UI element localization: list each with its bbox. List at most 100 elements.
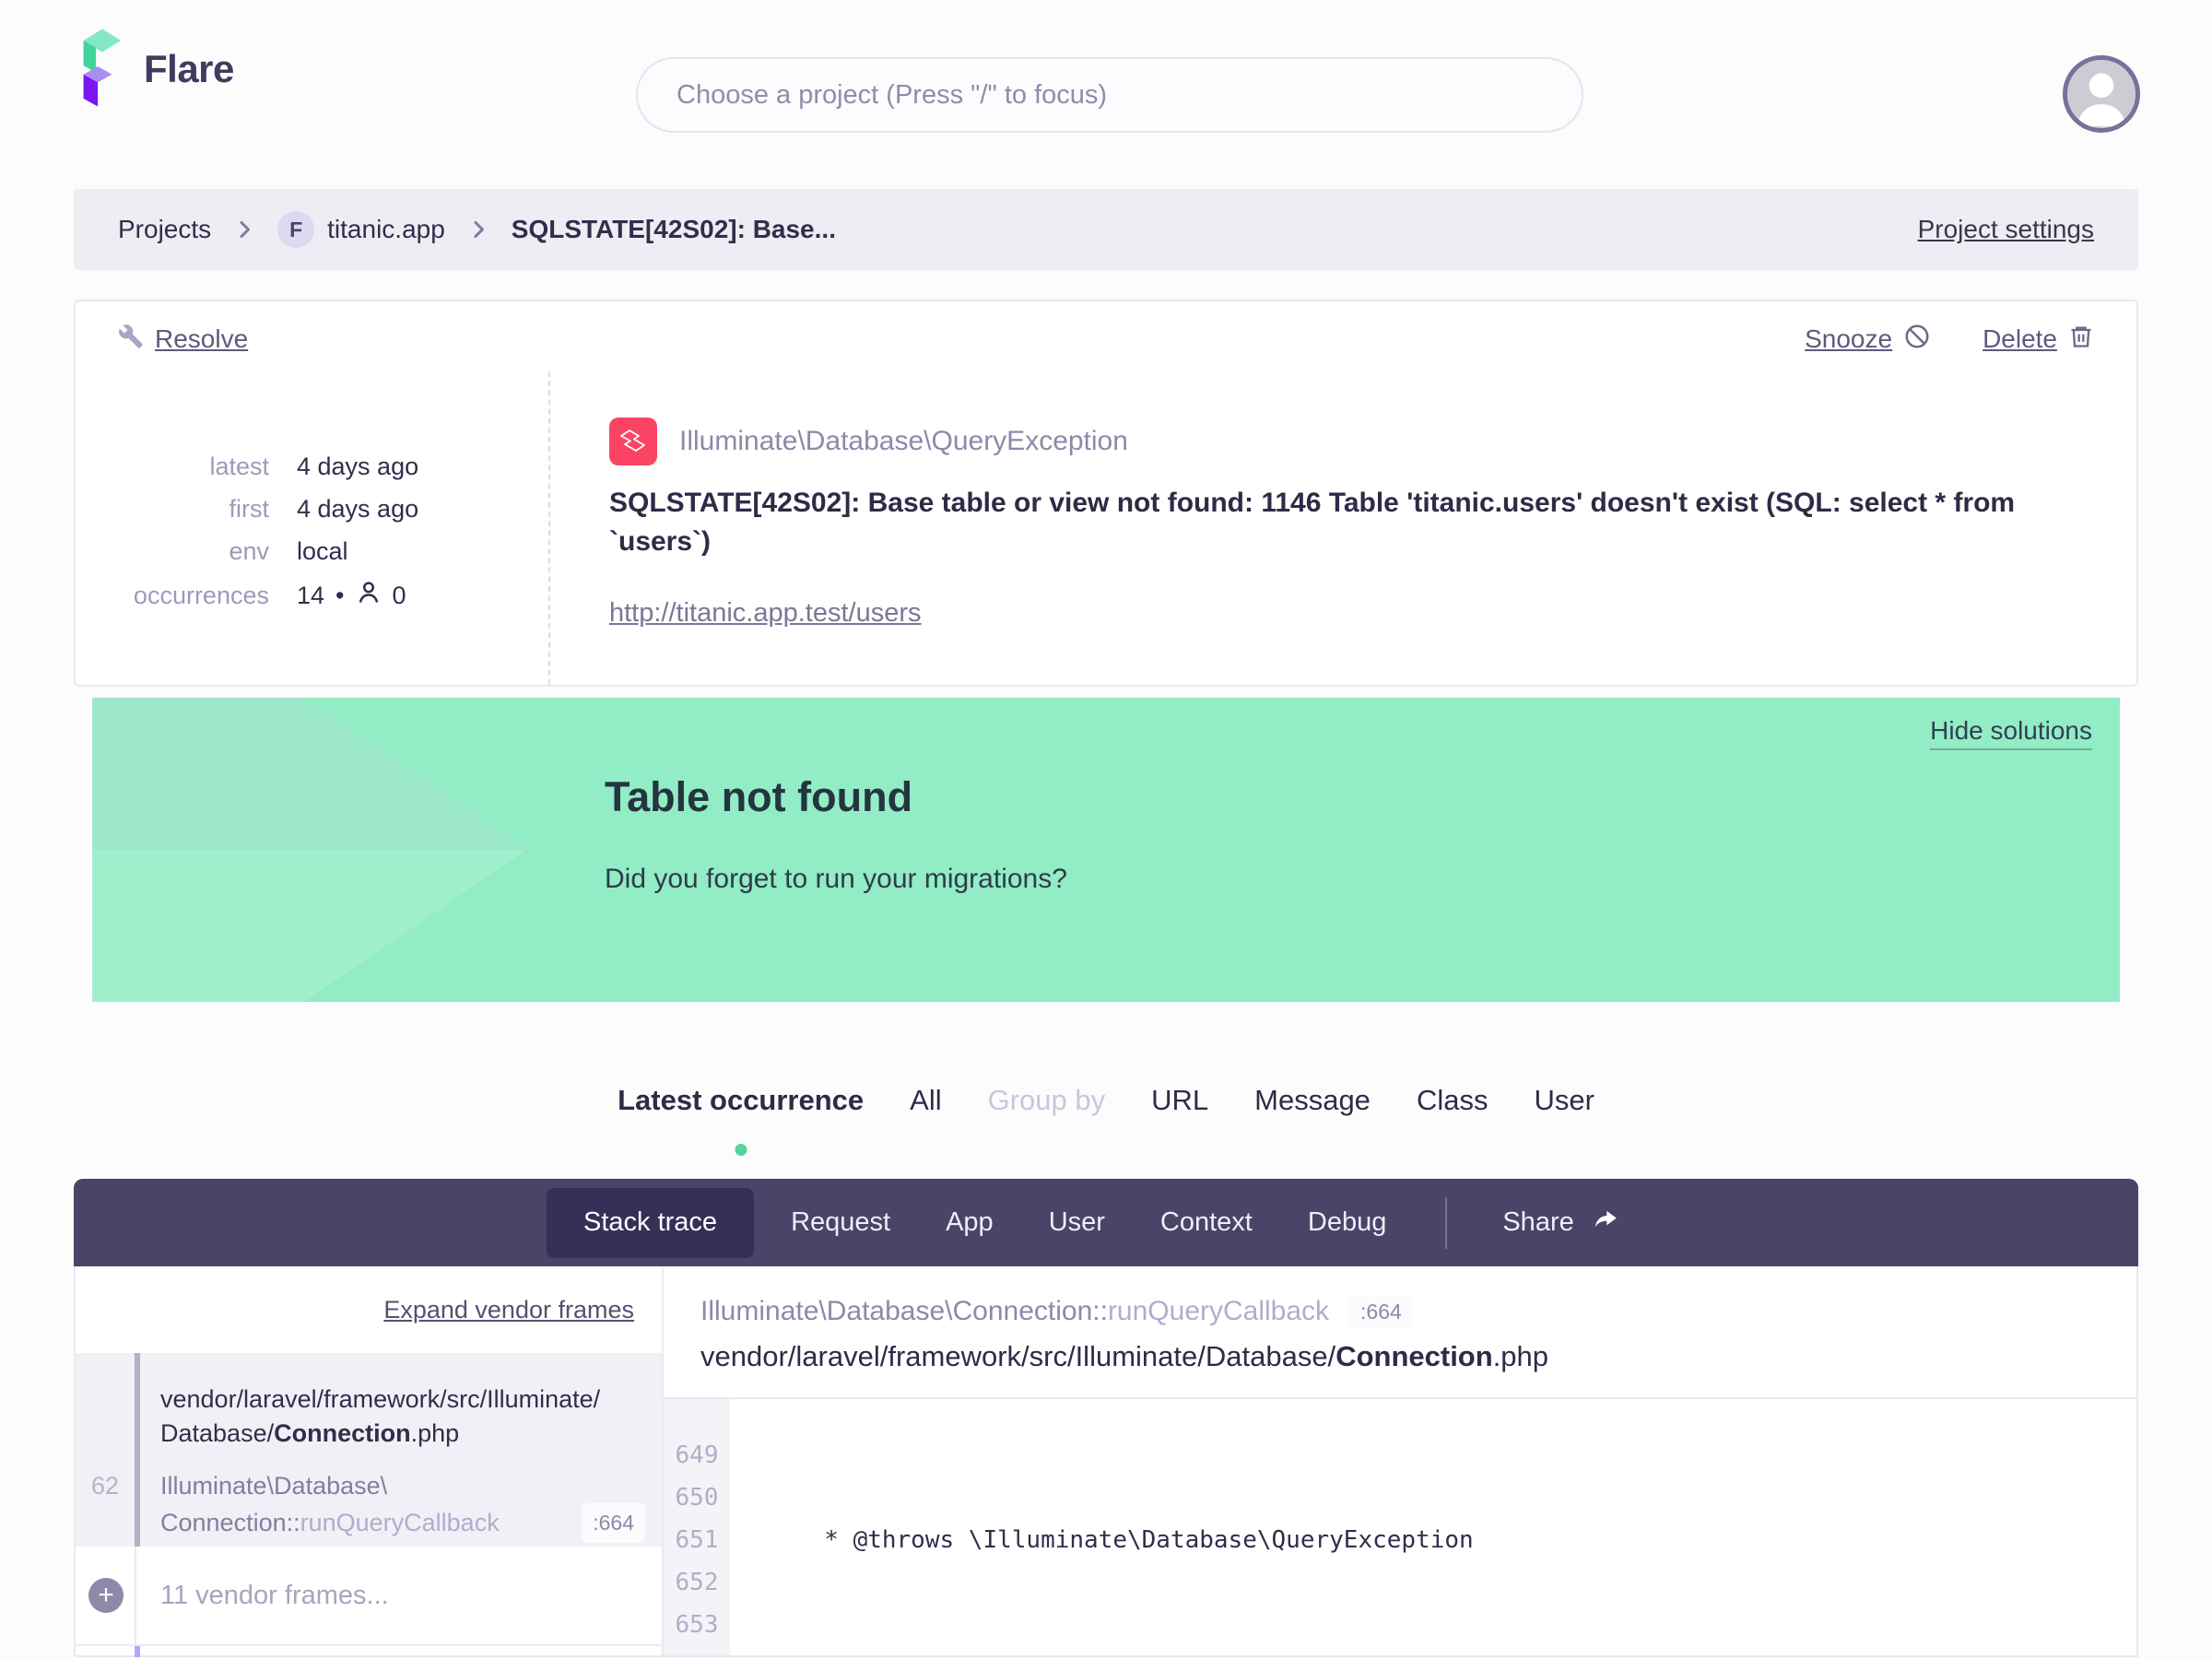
- snooze-label: Snooze: [1805, 324, 1893, 353]
- share-button[interactable]: Share: [1478, 1179, 1643, 1266]
- tab-debug[interactable]: Debug: [1280, 1179, 1414, 1266]
- vendor-frames-toggle[interactable]: + 11 vendor frames...: [76, 1547, 662, 1644]
- plus-circle-icon[interactable]: +: [88, 1578, 124, 1613]
- frame-file-line2: Database/Connection.php: [160, 1419, 460, 1447]
- detail-nav: Stack trace Request App User Context Deb…: [74, 1179, 2138, 1266]
- tab-all[interactable]: All: [910, 1084, 941, 1117]
- tab-stack-trace[interactable]: Stack trace: [547, 1187, 755, 1258]
- meta-label: first: [229, 495, 270, 523]
- tab-detail-user[interactable]: User: [1021, 1179, 1133, 1266]
- flare-logo-icon: [72, 26, 125, 113]
- solution-banner: Hide solutions Table not found Did you f…: [92, 698, 2120, 1002]
- tab-message[interactable]: Message: [1254, 1084, 1371, 1117]
- delete-button[interactable]: Delete: [1983, 324, 2094, 356]
- meta-label: env: [229, 537, 269, 565]
- user-avatar[interactable]: [2063, 55, 2140, 133]
- frame-method: Illuminate\Database\ Connection::runQuer…: [160, 1469, 645, 1543]
- meta-row-latest: latest 4 days ago: [76, 453, 548, 481]
- expand-vendor-frames-link[interactable]: Expand vendor frames: [383, 1296, 634, 1324]
- solution-description: Did you forget to run your migrations?: [605, 864, 1067, 894]
- code-header: Illuminate\Database\Connection::runQuery…: [664, 1266, 2136, 1399]
- frames-list: Expand vendor frames 62 vendor/laravel/f…: [76, 1266, 664, 1657]
- project-settings-link[interactable]: Project settings: [1918, 215, 2094, 244]
- tab-url[interactable]: URL: [1151, 1084, 1208, 1117]
- nav-divider: [1445, 1196, 1448, 1249]
- frame-index: 62: [90, 1472, 120, 1500]
- avatar-silhouette-icon: [2067, 60, 2136, 128]
- code-pane: Illuminate\Database\Connection::runQuery…: [664, 1266, 2136, 1655]
- frame-method-line2: Connection::runQueryCallback :664: [160, 1503, 645, 1543]
- tab-class[interactable]: Class: [1417, 1084, 1488, 1117]
- share-label: Share: [1502, 1207, 1574, 1237]
- line-number: 653: [675, 1611, 719, 1639]
- breadcrumb-current-error: SQLSTATE[42S02]: Base...: [511, 215, 836, 243]
- line-number: 651: [675, 1526, 719, 1554]
- line-number: 652: [675, 1569, 719, 1596]
- delete-label: Delete: [1983, 324, 2057, 353]
- error-message: SQLSTATE[42S02]: Base table or view not …: [609, 488, 2016, 557]
- occurrence-tabs: Latest occurrence All Group by URL Messa…: [0, 1059, 2212, 1156]
- frame-method-name: Connection::runQueryCallback: [160, 1509, 500, 1536]
- vendor-frames-label: 11 vendor frames...: [160, 1580, 389, 1610]
- exception-header: Illuminate\Database\QueryException: [609, 418, 2081, 465]
- frame-method-line1: Illuminate\Database\: [160, 1472, 388, 1500]
- code-header-class-method: Illuminate\Database\Connection::runQuery…: [700, 1296, 1330, 1326]
- active-tab-indicator-dot: [735, 1144, 747, 1156]
- snooze-button[interactable]: Snooze: [1805, 323, 1931, 357]
- occurrence-detail-card: Stack trace Request App User Context Deb…: [74, 1179, 2138, 1657]
- line-number-badge: :664: [582, 1503, 645, 1543]
- frames-header: Expand vendor frames: [76, 1266, 662, 1353]
- app-header: Flare: [0, 0, 2212, 138]
- code-header-file: vendor/laravel/framework/src/Illuminate/…: [700, 1340, 1549, 1372]
- tab-latest-occurrence[interactable]: Latest occurrence: [618, 1084, 865, 1156]
- ban-icon: [1903, 323, 1931, 357]
- resolve-button[interactable]: Resolve: [118, 324, 248, 356]
- breadcrumb-project-link[interactable]: F titanic.app: [277, 211, 445, 248]
- code-line: */: [752, 1646, 2136, 1655]
- tab-label: Latest occurrence: [618, 1084, 865, 1116]
- error-card-body: latest 4 days ago first 4 days ago env l…: [76, 371, 2136, 685]
- occurrence-count: 14: [297, 582, 325, 609]
- user-icon: [356, 580, 382, 612]
- code-line: * @throws \Illuminate\Database\QueryExce…: [752, 1526, 1474, 1554]
- next-frame-partial: [76, 1644, 662, 1657]
- tab-group-by-label: Group by: [987, 1084, 1106, 1116]
- exception-class: Illuminate\Database\QueryException: [679, 426, 1128, 456]
- error-url-link[interactable]: http://titanic.app.test/users: [609, 598, 922, 629]
- project-badge: F: [277, 211, 315, 248]
- tab-app[interactable]: App: [918, 1179, 1021, 1266]
- code-header-method: Illuminate\Database\Connection::runQuery…: [700, 1296, 2100, 1327]
- breadcrumb-projects-link[interactable]: Projects: [118, 215, 211, 244]
- share-arrow-icon: [1591, 1205, 1620, 1241]
- project-search-input[interactable]: [636, 57, 1583, 133]
- laravel-icon: [609, 418, 657, 465]
- meta-value: 14 • 0: [297, 580, 406, 612]
- frame-item-selected[interactable]: 62 vendor/laravel/framework/src/Illumina…: [76, 1353, 662, 1547]
- frame-file-path: vendor/laravel/framework/src/Illuminate/…: [160, 1382, 645, 1451]
- error-meta: latest 4 days ago first 4 days ago env l…: [76, 371, 548, 685]
- solution-title: Table not found: [605, 773, 913, 820]
- tab-context[interactable]: Context: [1133, 1179, 1280, 1266]
- resolve-label: Resolve: [155, 324, 249, 353]
- brand-name: Flare: [144, 47, 234, 90]
- tab-request[interactable]: Request: [763, 1179, 918, 1266]
- error-card-actions: Resolve Snooze Delete: [76, 301, 2136, 371]
- exception-details: Illuminate\Database\QueryException SQLST…: [548, 371, 2136, 685]
- stack-trace-panel: Expand vendor frames 62 vendor/laravel/f…: [74, 1266, 2138, 1657]
- frames-gutter-divider: [135, 1547, 136, 1644]
- brand-link[interactable]: Flare: [72, 26, 234, 113]
- meta-value: local: [297, 537, 348, 565]
- code-viewer: 649 650 651 652 653 * @throws \Illuminat…: [664, 1399, 2136, 1655]
- line-number: 649: [675, 1441, 719, 1469]
- line-number-badge: :664: [1349, 1296, 1413, 1327]
- app-frame-accent-stripe: [135, 1646, 140, 1657]
- meta-label: occurrences: [133, 582, 269, 609]
- meta-label: latest: [209, 453, 269, 480]
- frame-accent-stripe: [135, 1353, 140, 1547]
- meta-value: 4 days ago: [297, 453, 419, 480]
- bullet-separator: •: [335, 582, 345, 609]
- line-number-gutter: 649 650 651 652 653: [664, 1399, 730, 1655]
- chevron-right-icon: [233, 218, 255, 241]
- code-lines: * @throws \Illuminate\Database\QueryExce…: [730, 1399, 2136, 1655]
- tab-user[interactable]: User: [1534, 1084, 1594, 1117]
